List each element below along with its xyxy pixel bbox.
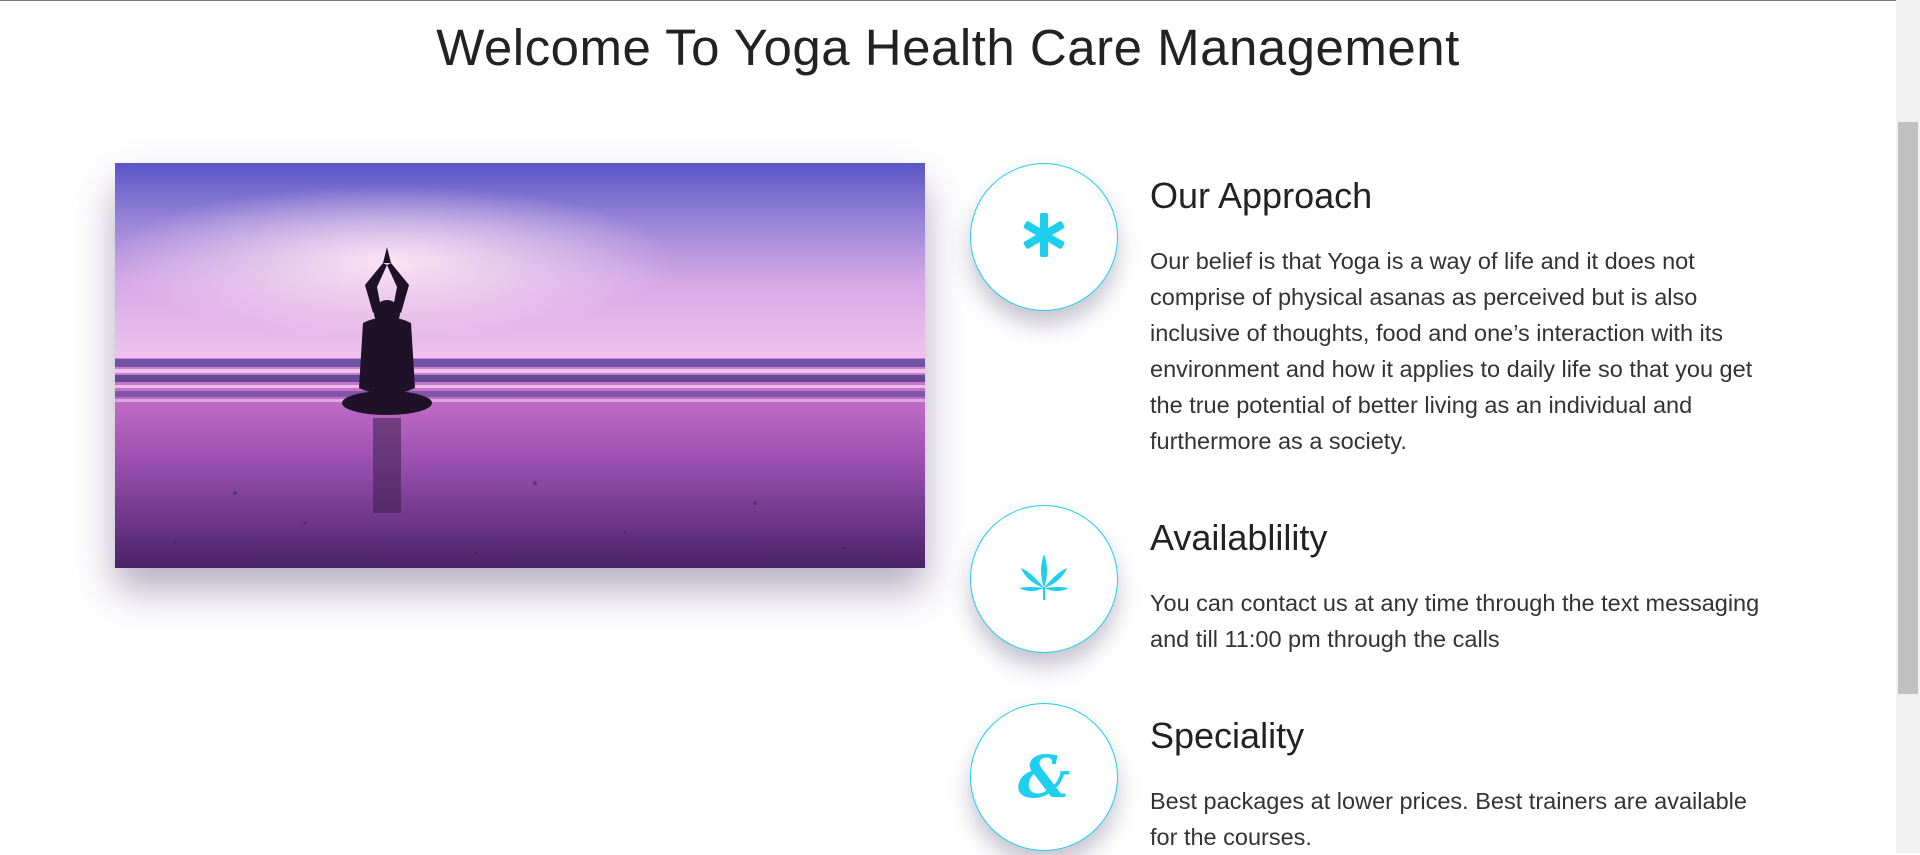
- feature-title: Our Approach: [1150, 175, 1373, 216]
- vertical-scrollbar[interactable]: [1896, 0, 1920, 853]
- leaf-icon: [1017, 552, 1071, 607]
- hero-image: [115, 163, 925, 568]
- feature-title: Speciality: [1150, 715, 1305, 756]
- feature-text: You can contact us at any time through t…: [1150, 590, 1760, 652]
- asterisk-icon-circle: [970, 163, 1118, 311]
- scrollbar-thumb[interactable]: [1898, 122, 1918, 694]
- feature-text: Our belief is that Yoga is a way of life…: [1150, 248, 1753, 454]
- ampersand-icon: &: [1017, 743, 1071, 811]
- feature-title: Availablility: [1150, 517, 1328, 558]
- leaf-icon-circle: [970, 505, 1118, 653]
- page-title: Welcome To Yoga Health Care Management: [436, 19, 1460, 76]
- top-border: [0, 0, 1920, 1]
- ampersand-icon-circle: &: [970, 703, 1118, 851]
- asterisk-icon: [1019, 210, 1069, 265]
- feature-text: Best packages at lower prices. Best trai…: [1150, 788, 1747, 850]
